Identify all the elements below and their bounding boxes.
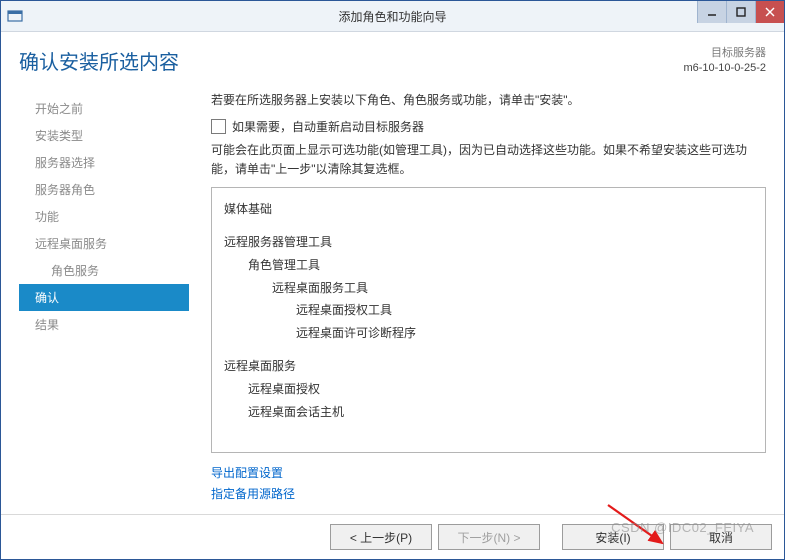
install-button[interactable]: 安装(I) bbox=[562, 524, 664, 550]
next-button: 下一步(N) > bbox=[438, 524, 540, 550]
intro-text: 若要在所选服务器上安装以下角色、角色服务或功能，请单击"安装"。 bbox=[211, 91, 766, 108]
close-button[interactable] bbox=[755, 1, 784, 23]
selection-list[interactable]: 媒体基础远程服务器管理工具角色管理工具远程桌面服务工具远程桌面授权工具远程桌面许… bbox=[211, 187, 766, 453]
export-config-link[interactable]: 导出配置设置 bbox=[211, 466, 283, 480]
header-row: 确认安装所选内容 目标服务器 m6-10-10-0-25-2 bbox=[19, 46, 766, 77]
bottom-links: 导出配置设置 指定备用源路径 bbox=[211, 463, 766, 506]
maximize-button[interactable] bbox=[726, 1, 755, 23]
optional-features-note: 可能会在此页面上显示可选功能(如管理工具)，因为已自动选择这些功能。如果不希望安… bbox=[211, 141, 766, 179]
selection-item: 角色管理工具 bbox=[224, 254, 753, 277]
minimize-button[interactable] bbox=[697, 1, 726, 23]
sidebar-step-5[interactable]: 远程桌面服务 bbox=[19, 230, 189, 257]
sidebar-step-8[interactable]: 结果 bbox=[19, 311, 189, 338]
app-icon bbox=[7, 8, 23, 24]
target-server-label: 目标服务器 bbox=[683, 46, 766, 61]
alt-source-link[interactable]: 指定备用源路径 bbox=[211, 487, 295, 501]
selection-item: 远程桌面许可诊断程序 bbox=[224, 322, 753, 345]
target-server-info: 目标服务器 m6-10-10-0-25-2 bbox=[683, 46, 766, 77]
window-title: 添加角色和功能向导 bbox=[1, 8, 784, 25]
sidebar-step-4[interactable]: 功能 bbox=[19, 203, 189, 230]
target-server-name: m6-10-10-0-25-2 bbox=[683, 61, 766, 76]
page-title: 确认安装所选内容 bbox=[19, 46, 179, 75]
wizard-steps-sidebar: 开始之前安装类型服务器选择服务器角色功能远程桌面服务角色服务确认结果 bbox=[19, 91, 189, 506]
content-pane: 若要在所选服务器上安装以下角色、角色服务或功能，请单击"安装"。 如果需要，自动… bbox=[189, 91, 766, 506]
window-buttons bbox=[697, 1, 784, 23]
wizard-window: 添加角色和功能向导 确认安装所选内容 目标服务器 m6-10-10-0-25-2… bbox=[0, 0, 785, 560]
sidebar-step-6[interactable]: 角色服务 bbox=[19, 257, 189, 284]
previous-button[interactable]: < 上一步(P) bbox=[330, 524, 432, 550]
selection-item: 远程桌面授权 bbox=[224, 378, 753, 401]
cancel-button[interactable]: 取消 bbox=[670, 524, 772, 550]
selection-item: 远程桌面服务 bbox=[224, 355, 753, 378]
sidebar-step-2[interactable]: 服务器选择 bbox=[19, 149, 189, 176]
wizard-body: 确认安装所选内容 目标服务器 m6-10-10-0-25-2 开始之前安装类型服… bbox=[1, 32, 784, 514]
auto-restart-label: 如果需要，自动重新启动目标服务器 bbox=[232, 118, 424, 135]
auto-restart-checkbox[interactable] bbox=[211, 119, 226, 134]
sidebar-step-3[interactable]: 服务器角色 bbox=[19, 176, 189, 203]
selection-item: 远程服务器管理工具 bbox=[224, 231, 753, 254]
selection-item: 远程桌面授权工具 bbox=[224, 299, 753, 322]
sidebar-step-0[interactable]: 开始之前 bbox=[19, 95, 189, 122]
title-bar: 添加角色和功能向导 bbox=[1, 1, 784, 32]
selection-item: 远程桌面服务工具 bbox=[224, 277, 753, 300]
auto-restart-row[interactable]: 如果需要，自动重新启动目标服务器 bbox=[211, 118, 766, 135]
main-split: 开始之前安装类型服务器选择服务器角色功能远程桌面服务角色服务确认结果 若要在所选… bbox=[19, 91, 766, 506]
selection-item: 媒体基础 bbox=[224, 198, 753, 221]
sidebar-step-1[interactable]: 安装类型 bbox=[19, 122, 189, 149]
sidebar-step-7: 确认 bbox=[19, 284, 189, 311]
selection-item: 远程桌面会话主机 bbox=[224, 401, 753, 424]
footer-buttons: < 上一步(P) 下一步(N) > 安装(I) 取消 bbox=[1, 514, 784, 559]
